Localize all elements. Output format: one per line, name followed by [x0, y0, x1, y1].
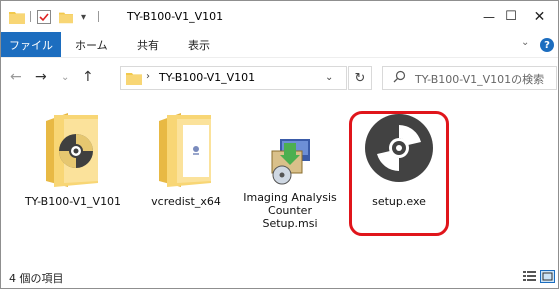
help-icon[interactable]: ? — [540, 38, 554, 52]
refresh-button[interactable]: ↻ — [348, 66, 372, 90]
folder-icon — [126, 71, 142, 88]
tab-view[interactable]: 表示 — [188, 32, 210, 57]
highlight-box — [349, 111, 449, 236]
window-title: TY-B100-V1_V101 — [127, 10, 224, 23]
breadcrumb-separator-icon: › — [146, 71, 150, 82]
file-name: Imaging Analysis Counter Setup.msi — [243, 191, 337, 230]
file-item[interactable]: Imaging Analysis Counter Setup.msi — [239, 107, 341, 230]
item-count: 4 個の項目 — [9, 272, 64, 285]
new-folder-icon[interactable] — [59, 9, 73, 25]
file-item[interactable]: vcredist_x64 — [135, 107, 237, 208]
tab-home[interactable]: ホーム — [75, 32, 108, 57]
properties-icon[interactable] — [37, 9, 51, 25]
search-icon — [393, 70, 406, 86]
address-dropdown-icon[interactable]: ⌄ — [325, 72, 333, 83]
divider — [30, 11, 31, 22]
quick-access-dropdown-icon[interactable]: ▾ — [81, 9, 86, 25]
file-name: TY-B100-V1_V101 — [24, 195, 122, 208]
large-icons-view-icon[interactable] — [540, 270, 555, 283]
recent-dropdown-icon[interactable]: ⌄ — [61, 72, 69, 83]
folder-icon — [9, 9, 25, 25]
ribbon: ファイル ホーム 共有 表示 ⌄ ? — [1, 32, 558, 57]
installer-icon — [266, 137, 314, 185]
divider — [98, 11, 99, 22]
tab-file[interactable]: ファイル — [1, 32, 61, 57]
back-arrow-icon[interactable]: ← — [10, 69, 22, 85]
folder-document-icon — [153, 107, 219, 189]
file-list: TY-B100-V1_V101 vcredist_x64 Imaging Ana… — [1, 97, 558, 266]
navigation-bar: ← → ⌄ ↑ › TY-B100-V1_V101 ⌄ ↻ TY-B100-V1… — [1, 57, 558, 98]
chevron-down-icon[interactable]: ⌄ — [521, 37, 529, 48]
up-arrow-icon[interactable]: ↑ — [82, 69, 94, 85]
tab-share[interactable]: 共有 — [137, 32, 159, 57]
file-name: vcredist_x64 — [151, 195, 221, 208]
address-bar[interactable]: › TY-B100-V1_V101 ⌄ — [120, 66, 347, 90]
search-box[interactable]: TY-B100-V1_V101の検索 — [382, 66, 557, 90]
breadcrumb[interactable]: TY-B100-V1_V101 — [159, 71, 255, 84]
search-placeholder: TY-B100-V1_V101の検索 — [415, 73, 545, 86]
forward-arrow-icon[interactable]: → — [35, 69, 47, 85]
title-bar: ▾ TY-B100-V1_V101 — ☐ ✕ — [1, 1, 558, 32]
explorer-window: ▾ TY-B100-V1_V101 — ☐ ✕ ファイル ホーム 共有 表示 ⌄… — [0, 0, 559, 289]
close-button[interactable]: ✕ — [521, 1, 558, 32]
file-item[interactable]: TY-B100-V1_V101 — [22, 107, 124, 208]
status-bar: 4 個の項目 — [1, 266, 558, 288]
details-view-icon[interactable] — [522, 270, 537, 283]
folder-disc-icon — [40, 107, 106, 189]
